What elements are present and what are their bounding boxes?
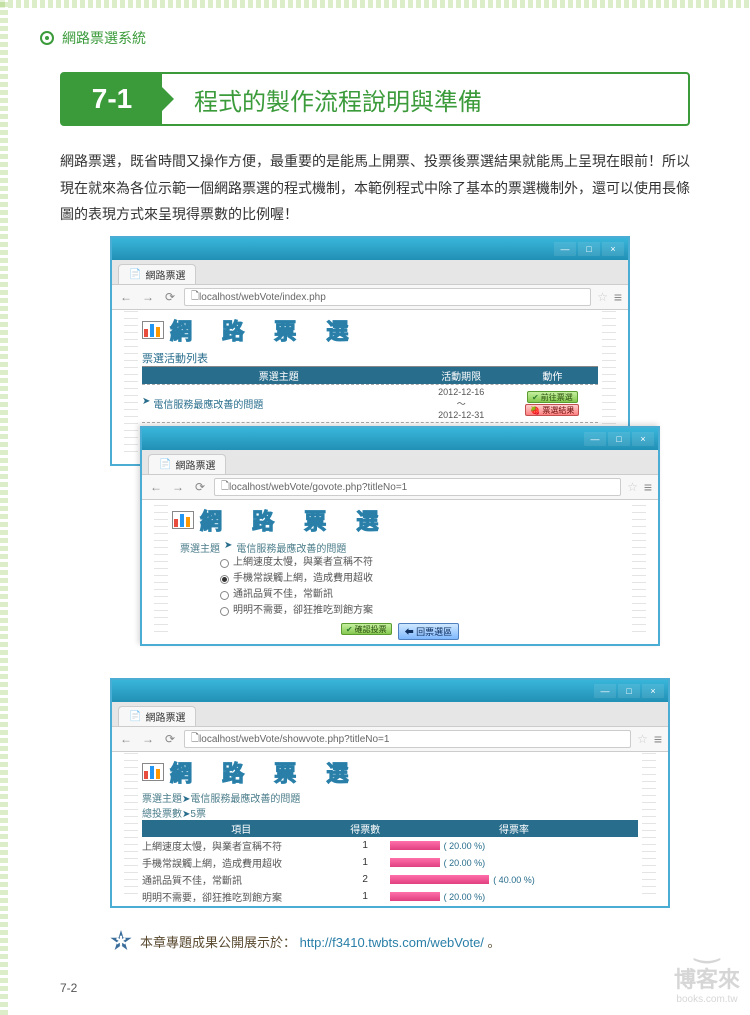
radio-input[interactable] xyxy=(220,575,229,584)
watermark: ‿ 博客來 books.com.tw xyxy=(674,932,740,1005)
result-header: 項目 得票數 得票率 xyxy=(142,820,638,837)
site-banner: 網 路 票 選 xyxy=(142,314,598,346)
address-bar-row: ← → ⟳ 🗋 localhost/webVote/index.php ☆ ≡ xyxy=(112,284,628,310)
back-icon[interactable]: ← xyxy=(118,731,134,747)
bookmark-star-icon[interactable]: ☆ xyxy=(627,480,638,494)
window-close-button[interactable]: × xyxy=(642,684,664,698)
site-banner: 網 路 票 選 xyxy=(142,756,638,788)
tab-strip: 📄 網路票選 xyxy=(142,450,658,474)
forward-icon[interactable]: → xyxy=(170,479,186,495)
breadcrumb: 網路票選系統 xyxy=(40,28,146,48)
confirm-vote-button[interactable]: ✔確認投票 xyxy=(341,623,392,635)
list-caption: 票選活動列表 xyxy=(142,350,598,367)
window-maximize-button[interactable]: □ xyxy=(608,432,630,446)
topic-text: 電信服務最應改善的問題 xyxy=(236,540,346,555)
window-maximize-button[interactable]: □ xyxy=(578,242,600,256)
bookmark-star-icon[interactable]: ☆ xyxy=(597,290,608,304)
forward-icon[interactable]: → xyxy=(140,289,156,305)
flag-icon: ➤ xyxy=(224,540,232,555)
bullseye-icon xyxy=(40,31,54,45)
page-number: 7-2 xyxy=(60,981,77,995)
section-title: 程式的製作流程說明與準備 xyxy=(162,74,688,124)
screenshot-showvote: — □ × 📄 網路票選 ← → ⟳ 🗋 localhost/webVote/s… xyxy=(110,678,670,908)
window-close-button[interactable]: × xyxy=(602,242,624,256)
table-row: ➤電信服務最應改善的問題 2012-12-16 ～ 2012-12-31 ✔前往… xyxy=(142,384,598,422)
address-bar-row: ← → ⟳ 🗋 localhost/webVote/govote.php?tit… xyxy=(142,474,658,500)
result-row: 明明不需要，卻狂推吃到飽方案1( 20.00 %) xyxy=(142,888,638,905)
back-icon[interactable]: ← xyxy=(148,479,164,495)
reload-icon[interactable]: ⟳ xyxy=(162,731,178,747)
flag-icon: ➤ xyxy=(142,396,150,411)
back-button[interactable]: ⬅ 回票選區 xyxy=(398,623,460,640)
breadcrumb-text: 網路票選系統 xyxy=(62,28,146,48)
address-bar[interactable]: 🗋 localhost/webVote/govote.php?titleNo=1 xyxy=(214,478,621,496)
browser-tab[interactable]: 📄 網路票選 xyxy=(148,454,226,474)
result-row: 上網速度太慢，與業者宣稱不符1( 20.00 %) xyxy=(142,837,638,854)
browser-tab[interactable]: 📄 網路票選 xyxy=(118,706,196,726)
demo-link[interactable]: http://f3410.twbts.com/webVote/ xyxy=(300,935,484,950)
bookmark-star-icon[interactable]: ☆ xyxy=(637,732,648,746)
window-titlebar: — □ × xyxy=(112,238,628,260)
chart-icon xyxy=(172,511,194,529)
menu-icon[interactable]: ≡ xyxy=(654,731,662,747)
address-bar[interactable]: 🗋 localhost/webVote/showvote.php?titleNo… xyxy=(184,730,631,748)
menu-icon[interactable]: ≡ xyxy=(614,289,622,305)
reload-icon[interactable]: ⟳ xyxy=(192,479,208,495)
radio-input[interactable] xyxy=(220,559,229,568)
window-minimize-button[interactable]: — xyxy=(554,242,576,256)
starburst-icon: ✱ xyxy=(110,930,132,952)
section-header: 7-1 程式的製作流程說明與準備 xyxy=(60,72,690,126)
page-top-border xyxy=(0,0,750,8)
window-minimize-button[interactable]: — xyxy=(584,432,606,446)
intro-paragraph: 網路票選，既省時間又操作方便，最重要的是能馬上開票、投票後票選結果就能馬上呈現在… xyxy=(60,148,690,228)
radio-input[interactable] xyxy=(220,591,229,600)
reload-icon[interactable]: ⟳ xyxy=(162,289,178,305)
smile-icon: ‿ xyxy=(674,932,740,962)
forward-icon[interactable]: → xyxy=(140,731,156,747)
radio-input[interactable] xyxy=(220,607,229,616)
page-left-border xyxy=(0,0,8,1015)
window-minimize-button[interactable]: — xyxy=(594,684,616,698)
address-bar[interactable]: 🗋 localhost/webVote/index.php xyxy=(184,288,591,306)
menu-icon[interactable]: ≡ xyxy=(644,479,652,495)
window-maximize-button[interactable]: □ xyxy=(618,684,640,698)
tab-strip: 📄 網路票選 xyxy=(112,260,628,284)
table-header: 票選主題 活動期限 動作 xyxy=(142,367,598,384)
window-titlebar: — □ × xyxy=(112,680,668,702)
window-close-button[interactable]: × xyxy=(632,432,654,446)
section-number: 7-1 xyxy=(62,74,162,124)
result-row: 通訊品質不佳，常斷訊2( 40.00 %) xyxy=(142,871,638,888)
back-icon[interactable]: ← xyxy=(118,289,134,305)
result-row: 手機常誤觸上網，造成費用超收1( 20.00 %) xyxy=(142,854,638,871)
topic-label: 票選主題 xyxy=(180,540,220,555)
address-bar-row: ← → ⟳ 🗋 localhost/webVote/showvote.php?t… xyxy=(112,726,668,752)
window-titlebar: — □ × xyxy=(142,428,658,450)
site-banner: 網 路 票 選 xyxy=(172,504,628,536)
demo-url-callout: ✱ 本章專題成果公開展示於： http://f3410.twbts.com/we… xyxy=(110,930,501,952)
screenshot-govote: — □ × 📄 網路票選 ← → ⟳ 🗋 localhost/webVote/g… xyxy=(140,426,660,646)
result-button[interactable]: 🍓票選結果 xyxy=(525,404,579,416)
go-vote-button[interactable]: ✔前往票選 xyxy=(527,391,578,403)
tab-strip: 📄 網路票選 xyxy=(112,702,668,726)
chart-icon xyxy=(142,321,164,339)
browser-tab[interactable]: 📄 網路票選 xyxy=(118,264,196,284)
chart-icon xyxy=(142,763,164,781)
